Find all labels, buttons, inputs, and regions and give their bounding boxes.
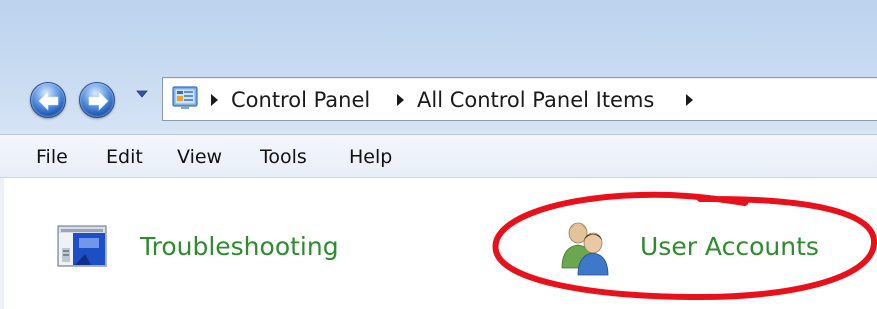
user-accounts-icon — [561, 222, 609, 276]
window-frame: Control Panel All Control Panel Items — [0, 0, 877, 134]
menu-bar: File Edit View Tools Help — [0, 134, 877, 178]
user-accounts-link[interactable]: User Accounts — [640, 232, 819, 262]
forward-button[interactable] — [79, 82, 115, 118]
menu-view[interactable]: View — [177, 145, 222, 169]
back-button[interactable] — [30, 82, 66, 118]
user-accounts-item-icon[interactable] — [556, 218, 614, 276]
troubleshooting-icon — [57, 225, 107, 267]
menu-help[interactable]: Help — [349, 145, 392, 169]
control-panel-window: Control Panel All Control Panel Items Fi… — [0, 0, 877, 309]
troubleshooting-link[interactable]: Troubleshooting — [140, 232, 339, 262]
menu-file[interactable]: File — [36, 145, 68, 169]
window-left-edge — [0, 178, 4, 309]
menu-edit[interactable]: Edit — [106, 145, 143, 169]
breadcrumb-separator-icon[interactable] — [686, 94, 693, 106]
troubleshooting-item-icon[interactable] — [55, 224, 111, 270]
address-bar[interactable]: Control Panel All Control Panel Items — [162, 77, 877, 121]
breadcrumb-separator-icon[interactable] — [211, 94, 218, 106]
recent-pages-dropdown-button[interactable] — [136, 89, 148, 99]
forward-arrow-icon — [88, 91, 109, 111]
breadcrumb-control-panel[interactable]: Control Panel — [231, 87, 370, 113]
control-panel-icon — [172, 86, 198, 109]
breadcrumb-all-control-panel-items[interactable]: All Control Panel Items — [417, 87, 654, 113]
breadcrumb-separator-icon[interactable] — [397, 94, 404, 106]
back-arrow-icon — [38, 91, 59, 111]
menu-tools[interactable]: Tools — [260, 145, 307, 169]
